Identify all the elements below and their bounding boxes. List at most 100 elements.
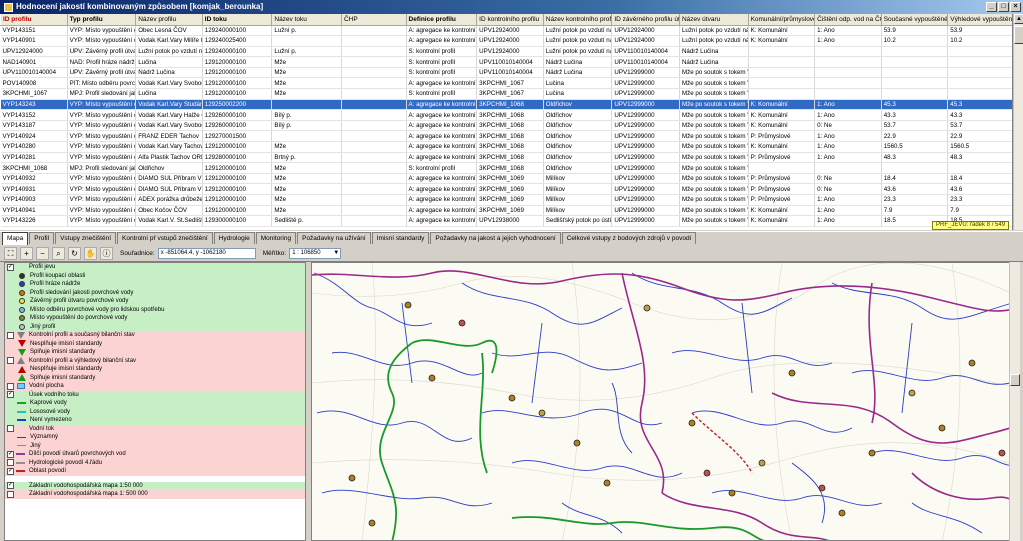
zoom-window-icon[interactable]: ⌕ (52, 246, 65, 260)
table-cell[interactable]: 1: Ano (814, 130, 882, 143)
table-cell[interactable]: P: Průmyslové (748, 183, 816, 195)
table-cell[interactable] (341, 205, 407, 217)
layer-checkbox[interactable]: ✓ (7, 391, 14, 399)
table-cell[interactable]: UPV12999000 (611, 183, 680, 195)
table-row[interactable]: NAD140901 NAD: Profil hráze nádrže Lučina 1… (0, 56, 1012, 68)
table-row[interactable]: VYP143243 VYP: Místo vypouštění o Vodak Ka… (0, 99, 1012, 111)
map-scrollbar[interactable] (1009, 262, 1020, 541)
table-cell[interactable]: 53.7 (947, 120, 1012, 132)
table-cell[interactable]: Mže po soutok s tokem V (679, 120, 749, 132)
table-cell[interactable]: VYP140941 (0, 205, 68, 217)
table-cell[interactable] (341, 99, 407, 111)
identify-icon[interactable]: ⓘ (100, 246, 113, 260)
table-cell[interactable] (341, 109, 407, 121)
table-cell[interactable]: UPV12924000 (476, 35, 544, 47)
table-cell[interactable]: K: Komunální (748, 205, 816, 217)
table-cell[interactable]: VYP: Místo vypouštění o (67, 130, 137, 143)
table-cell[interactable]: Lužní potok po vzdutí ná (543, 35, 613, 47)
table-cell[interactable]: A: agregace ke kontrolní (406, 109, 478, 121)
table-cell[interactable]: VYP: Místo vypouštění o (67, 109, 137, 121)
table-cell[interactable]: Oldřichov (135, 162, 203, 174)
table-cell[interactable]: K: Komunální (748, 35, 816, 47)
table-cell[interactable]: A: agregace ke kontrolní (406, 194, 478, 206)
table-cell[interactable]: 3KPCHMI_1068 (0, 162, 68, 174)
table-cell[interactable]: VYP140280 (0, 141, 68, 153)
table-cell[interactable] (814, 56, 882, 68)
table-cell[interactable]: S: kontrolní profil (406, 88, 478, 100)
legend-group-watercourse[interactable]: Vodní tok (5, 424, 305, 433)
layer-checkbox[interactable]: ✓ (7, 467, 14, 475)
table-cell[interactable] (814, 77, 882, 90)
table-cell[interactable]: 45.3 (947, 99, 1012, 111)
minimize-button[interactable]: _ (986, 2, 997, 12)
table-cell[interactable]: MPJ: Profil sledování jak (67, 88, 137, 100)
table-cell[interactable]: UPV12999000 (611, 120, 680, 132)
table-cell[interactable]: UPV110010140004 (476, 56, 544, 68)
scale-select[interactable]: 1 : 106850 ▼ (289, 247, 342, 259)
layer-checkbox[interactable] (7, 459, 14, 467)
table-cell[interactable]: Lužní potok po vzdutí ná (679, 35, 749, 47)
table-row[interactable]: VYP143226 VYP: Místo vypouštění o Vodak Ka… (0, 215, 1012, 227)
table-cell[interactable]: NAD140901 (0, 56, 68, 68)
table-cell[interactable]: 1560.5 (881, 141, 949, 153)
table-cell[interactable]: Mže po soutok s tokem V (679, 183, 749, 195)
table-cell[interactable]: 22.9 (881, 130, 949, 143)
table-cell[interactable]: UPV12924000 (476, 46, 544, 58)
table-cell[interactable]: Nádrž Lučina (543, 67, 613, 79)
table-cell[interactable]: MPJ: Profil sledování jak (67, 162, 137, 174)
table-cell[interactable] (341, 173, 407, 185)
table-cell[interactable]: Mže po soutok s tokem V (679, 99, 749, 111)
table-cell[interactable]: P: Průmyslové (748, 173, 816, 185)
table-cell[interactable] (881, 162, 949, 174)
table-cell[interactable]: UPV12999000 (611, 194, 680, 206)
tab-8[interactable]: Požadavky na jakost a jejich vyhodnocení (430, 232, 561, 244)
table-cell[interactable]: Vodak Karl.Vary Studánk (135, 99, 203, 111)
table-cell[interactable]: UPV12999000 (611, 205, 680, 217)
table-cell[interactable] (881, 77, 949, 90)
legend-basin[interactable]: ✓ Oblast povodí (5, 467, 305, 476)
table-cell[interactable]: UPV: Závěrný profil útvar (67, 67, 137, 79)
table-cell[interactable] (341, 77, 407, 90)
map-scroll-thumb[interactable] (1010, 374, 1020, 386)
tab-5[interactable]: Monitoring (255, 232, 297, 244)
table-cell[interactable] (947, 46, 1012, 58)
column-header[interactable]: ID závěrného profilu út (611, 14, 680, 26)
table-cell[interactable]: 129120000100 (202, 77, 273, 90)
table-cell[interactable]: A: agregace ke kontrolní (406, 35, 478, 47)
table-cell[interactable]: K: Komunální (748, 99, 816, 111)
table-cell[interactable]: Nádrž Lučina (543, 56, 613, 68)
table-cell[interactable]: UPV12924000 (611, 35, 680, 47)
tab-9[interactable]: Celkové vstupy z bodových zdrojů v povod… (561, 232, 697, 244)
table-cell[interactable]: Mže (271, 77, 342, 90)
legend-group-future[interactable]: Kontrolní profil a výhledový bilanční st… (5, 356, 305, 365)
grid-scrollbar[interactable]: ▲ (1013, 14, 1023, 230)
table-cell[interactable]: UPV12999000 (611, 141, 680, 153)
table-cell[interactable] (947, 88, 1012, 100)
table-cell[interactable]: Oldřichov (543, 120, 613, 132)
table-cell[interactable]: 48.3 (881, 152, 949, 164)
table-cell[interactable]: Mže po soutok s tokem V (679, 205, 749, 217)
table-cell[interactable] (881, 56, 949, 68)
table-cell[interactable]: UPV12999000 (611, 130, 680, 143)
table-cell[interactable]: Mže (271, 67, 342, 79)
zoom-extent-button[interactable]: ⛶ (4, 246, 17, 260)
table-cell[interactable]: S: kontrolní profil (406, 46, 478, 58)
table-cell[interactable] (341, 56, 407, 68)
table-cell[interactable]: UPV110010140004 (611, 56, 680, 68)
table-cell[interactable]: Obec Kočov ČOV (135, 205, 203, 217)
table-cell[interactable]: Mže (271, 173, 342, 185)
table-cell[interactable]: S: kontrolní profil (406, 67, 478, 79)
table-cell[interactable] (341, 152, 407, 164)
tab-4[interactable]: Hydrologie (213, 232, 255, 244)
tab-2[interactable]: Vstupy znečištění (55, 232, 117, 244)
map-canvas[interactable] (311, 262, 1020, 541)
table-cell[interactable]: VYP143187 (0, 120, 68, 132)
table-cell[interactable]: 3KPCHMI_1068 (476, 109, 544, 121)
table-cell[interactable]: Lučina (135, 56, 203, 68)
table-cell[interactable] (947, 56, 1012, 68)
layer-checkbox[interactable] (7, 331, 14, 339)
table-cell[interactable]: P: Průmyslové (748, 130, 816, 143)
table-row[interactable]: VYP140280 VYP: Místo vypouštění o Vodak Ka… (0, 141, 1012, 153)
table-cell[interactable]: 7.9 (881, 205, 949, 217)
table-cell[interactable]: VYP140931 (0, 183, 68, 195)
